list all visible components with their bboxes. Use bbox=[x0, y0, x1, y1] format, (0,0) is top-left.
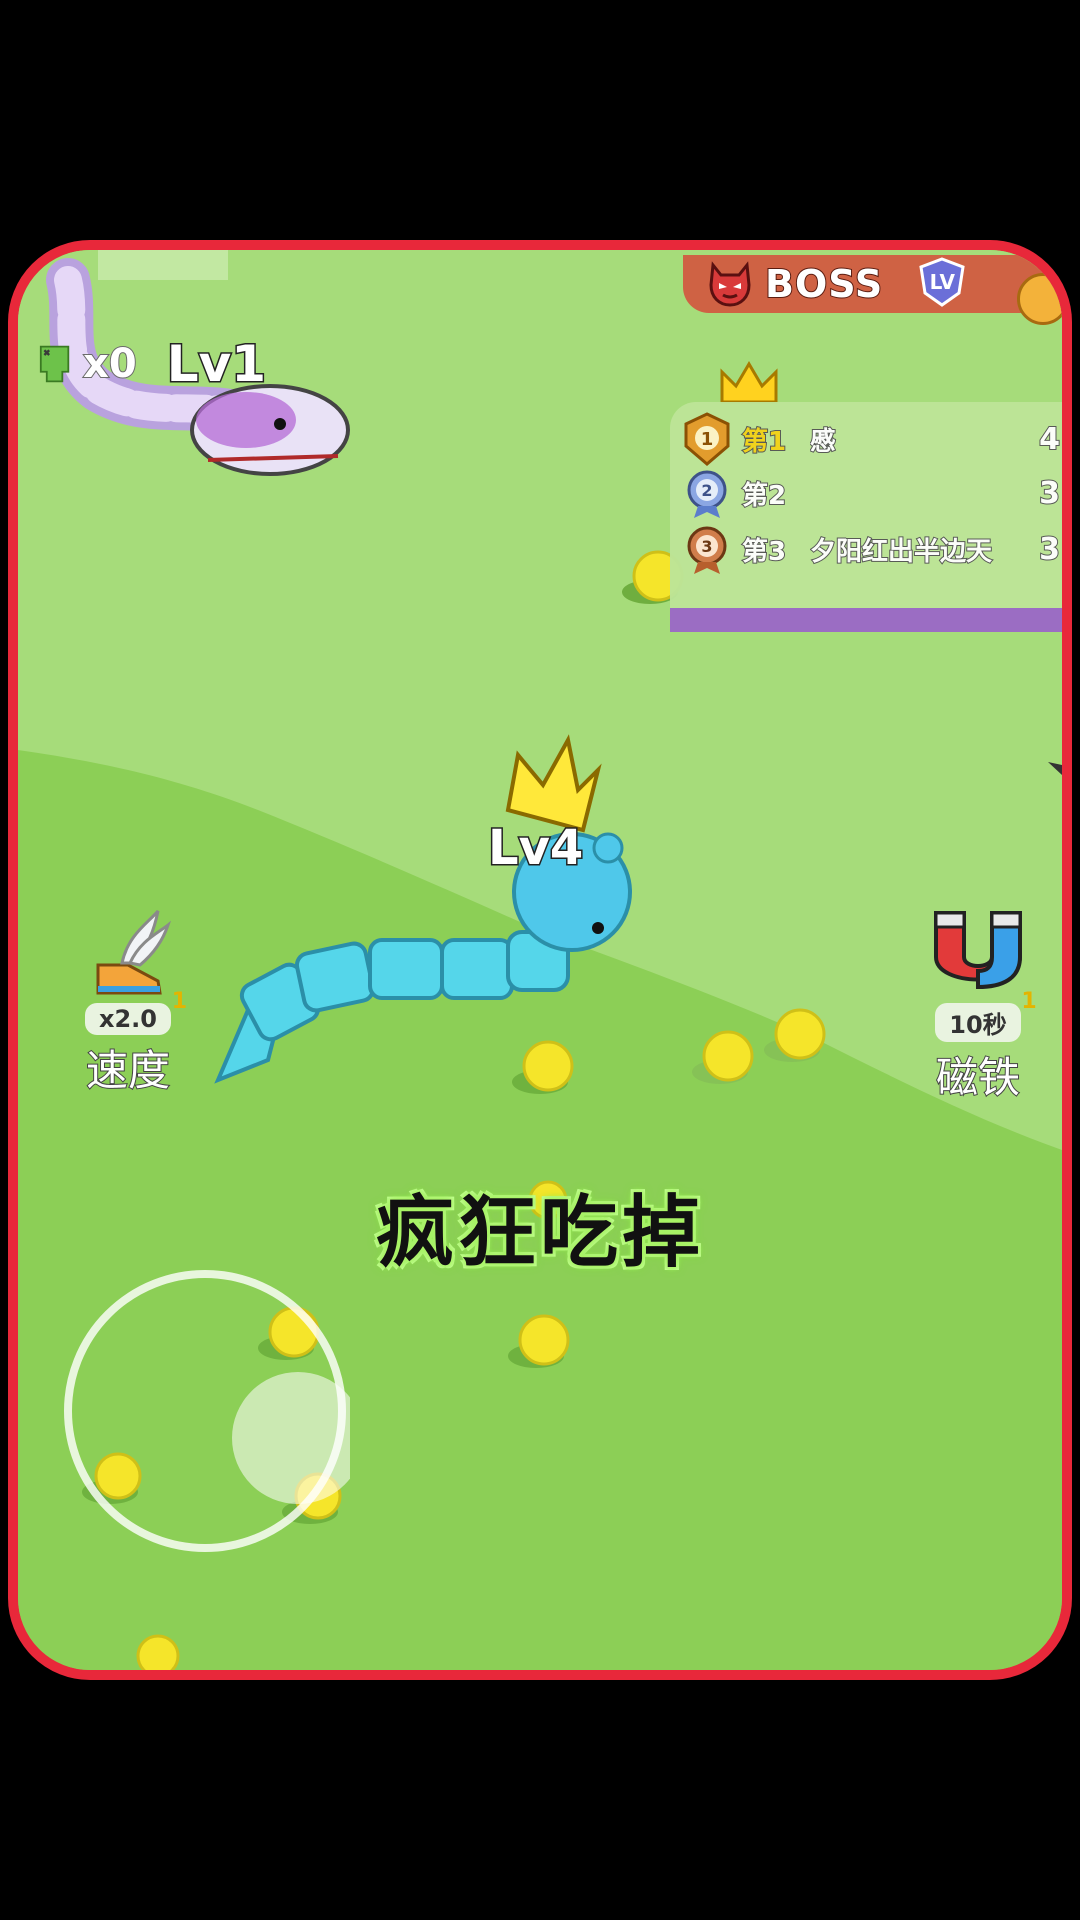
leaderboard: 1 第1 慼 4 2 第2 3 3 第3 夕阳红出半边天 3 bbox=[670, 402, 1062, 632]
boss-label: BOSS bbox=[764, 261, 884, 307]
rank-name: 慼 bbox=[810, 426, 837, 458]
speed-multiplier-text: x2.0 bbox=[99, 1005, 157, 1033]
svg-text:3: 3 bbox=[701, 537, 712, 556]
magnet-duration-text: 10秒 bbox=[949, 1011, 1007, 1039]
kill-count: x0 bbox=[82, 340, 138, 388]
speed-label: 速度 bbox=[85, 1045, 171, 1096]
rank-score: 3 bbox=[1038, 475, 1061, 512]
speed-boost-button[interactable]: x2.0 1 速度 bbox=[58, 905, 198, 1096]
rank-position: 第3 bbox=[741, 536, 787, 568]
lv-badge-label: LV bbox=[929, 270, 956, 294]
leaderboard-row: 3 第3 夕阳红出半边天 3 bbox=[670, 520, 1062, 578]
rank-position: 第2 bbox=[741, 480, 787, 512]
skull-icon bbox=[39, 345, 70, 383]
virtual-joystick[interactable] bbox=[60, 1266, 350, 1556]
game-frame: BOSS LV x0 Lv1 1 第1 慼 4 2 第2 3 3 第3 夕阳红出… bbox=[8, 240, 1072, 1680]
boss-bar[interactable]: BOSS LV bbox=[683, 255, 1062, 325]
svg-text:2: 2 bbox=[701, 481, 712, 500]
food-pellet bbox=[136, 1634, 180, 1670]
crown-icon bbox=[720, 361, 778, 404]
winged-shoe-icon bbox=[96, 910, 172, 995]
coin-icon bbox=[1017, 273, 1062, 325]
rank-score: 3 bbox=[1038, 531, 1061, 568]
svg-text:1: 1 bbox=[701, 429, 714, 450]
lv-badge[interactable]: LV bbox=[883, 257, 965, 311]
demon-face-icon bbox=[709, 261, 751, 307]
rank-position: 第1 bbox=[741, 426, 787, 458]
kill-counter: x0 Lv1 bbox=[36, 325, 268, 403]
rank-score: 4 bbox=[1038, 421, 1061, 458]
medal-icon: 1 bbox=[684, 412, 730, 466]
ground-patch bbox=[98, 250, 228, 280]
snake-level-label: Lv4 bbox=[486, 819, 584, 878]
snake-segment bbox=[440, 938, 514, 1000]
magnet-label: 磁铁 bbox=[935, 1052, 1021, 1103]
snake-segment bbox=[368, 938, 444, 1000]
magnet-boost-button[interactable]: 10秒 1 磁铁 bbox=[898, 905, 1058, 1103]
enemy-eye bbox=[274, 418, 286, 430]
speed-multiplier: x2.0 1 bbox=[85, 989, 187, 1035]
joystick-knob[interactable] bbox=[232, 1372, 350, 1504]
leaderboard-row: 2 第2 3 bbox=[670, 464, 1062, 522]
magnet-icon bbox=[934, 911, 1022, 990]
rank-name: 夕阳红出半边天 bbox=[810, 536, 993, 568]
snake-eye bbox=[592, 922, 604, 934]
medal-icon: 2 bbox=[687, 470, 727, 518]
medal-icon: 3 bbox=[687, 526, 727, 574]
magnet-duration: 10秒 1 bbox=[935, 989, 1037, 1042]
player-level: Lv1 bbox=[165, 334, 267, 395]
magnet-count: 1 bbox=[1021, 989, 1037, 1014]
leaderboard-row: 1 第1 慼 4 bbox=[670, 410, 1062, 468]
snake-segment bbox=[294, 941, 376, 1013]
speed-count: 1 bbox=[171, 989, 187, 1014]
